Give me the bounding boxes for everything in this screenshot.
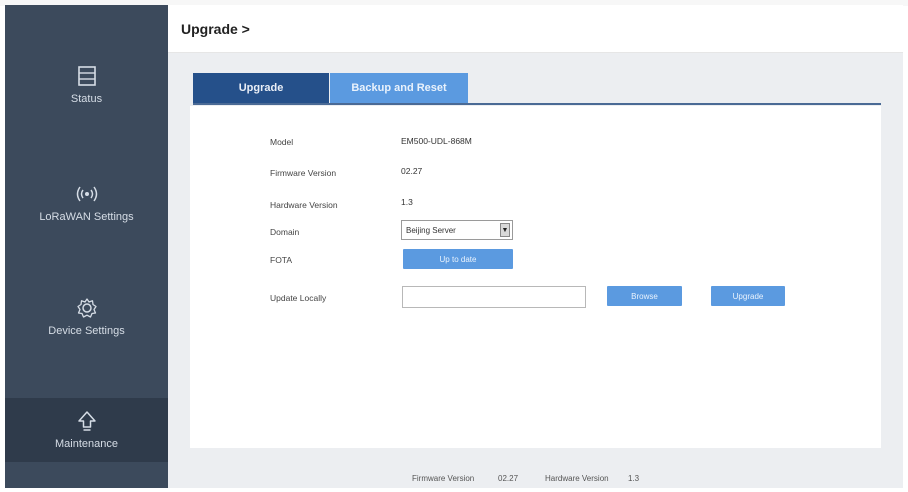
footer-hardware-value: 1.3 [628,474,640,483]
footer: Firmware Version 02.27 Hardware Version … [168,466,903,488]
hardware-version-value: 1.3 [401,197,413,207]
tab-underline [193,103,881,105]
tab-upgrade[interactable]: Upgrade [193,73,329,103]
hardware-version-label: Hardware Version [270,200,338,210]
firmware-version-label: Firmware Version [270,168,337,178]
page-header: Upgrade > [168,5,903,53]
sidebar-item-lorawan-settings[interactable]: LoRaWAN Settings [5,183,168,223]
update-locally-label: Update Locally [270,293,327,303]
domain-select-value: Beijing Server [406,225,456,235]
sidebar: Status LoRaWAN Settings Device Settings … [5,5,168,488]
footer-firmware-label: Firmware Version [412,474,475,483]
fota-label: FOTA [270,255,293,265]
model-label: Model [270,137,294,147]
tab-backup-and-reset[interactable]: Backup and Reset [330,73,468,103]
sidebar-item-label: Status [70,93,103,105]
upgrade-button[interactable]: Upgrade [711,286,785,306]
domain-select[interactable]: Beijing Server ▼ [401,220,513,240]
sidebar-item-label: Device Settings [48,325,125,337]
sidebar-item-label: Maintenance [55,438,118,450]
upgrade-arrow-icon [77,411,96,431]
model-value: EM500-UDL-868M [401,136,472,146]
sidebar-item-maintenance[interactable]: Maintenance [5,398,168,462]
browse-button[interactable]: Browse [607,286,682,306]
firmware-version-value: 02.27 [401,166,423,176]
gear-icon [76,298,97,318]
update-file-input[interactable] [402,286,586,308]
footer-hardware-label: Hardware Version [545,474,609,483]
status-icon [77,66,96,86]
sidebar-item-label: LoRaWAN Settings [39,211,134,223]
fota-up-to-date-button[interactable]: Up to date [403,249,513,269]
wireless-icon [76,186,97,202]
sidebar-item-status[interactable]: Status [5,65,168,105]
page-title: Upgrade > [181,21,250,37]
sidebar-item-device-settings[interactable]: Device Settings [5,297,168,337]
footer-firmware-value: 02.27 [498,474,519,483]
upgrade-panel [190,106,881,448]
domain-label: Domain [270,227,300,237]
chevron-down-icon[interactable]: ▼ [500,223,510,237]
